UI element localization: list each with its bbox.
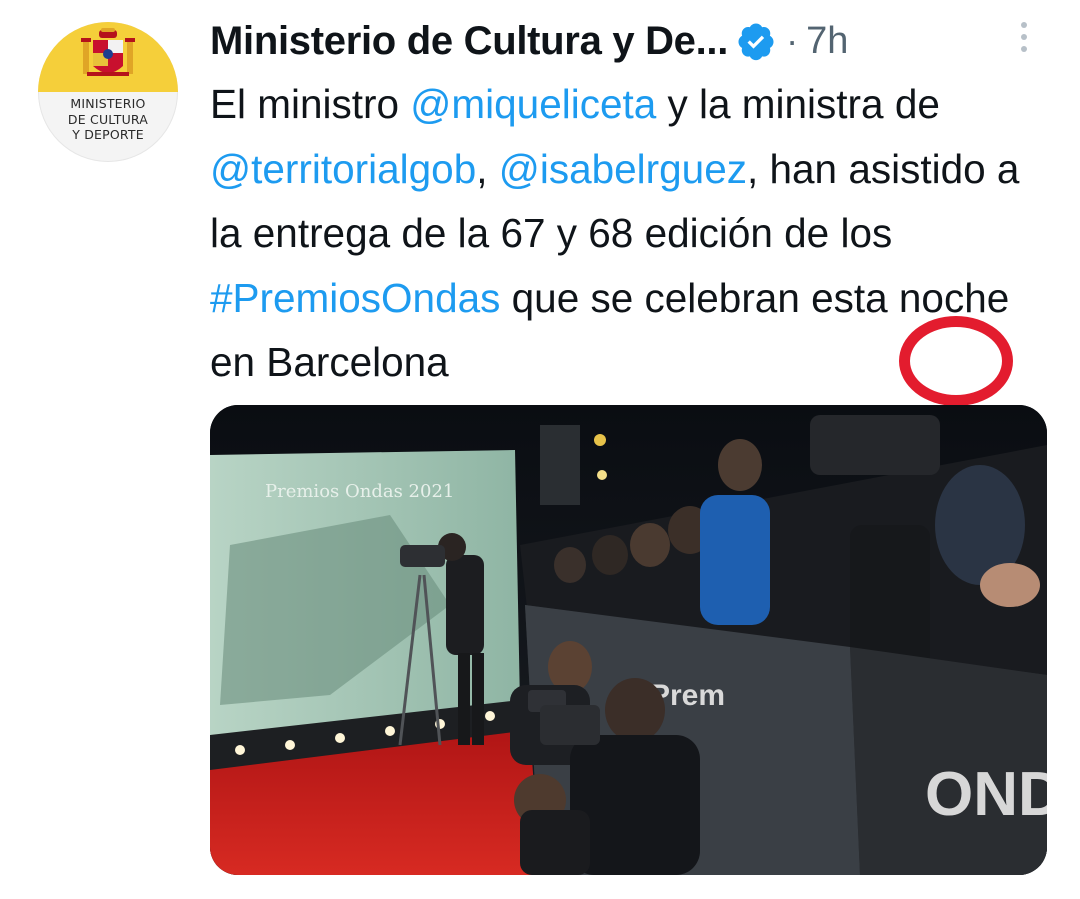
avatar-caption: MINISTERIO DE CULTURA Y DEPORTE	[38, 96, 178, 143]
tweet-header: Ministerio de Cultura y De... · 7h	[210, 12, 848, 70]
avatar[interactable]: MINISTERIO DE CULTURA Y DEPORTE	[38, 22, 178, 162]
tweet-text-segment: El ministro	[210, 81, 411, 127]
tweet-media-photo[interactable]: Premios Ondas 2021 Prem OND	[210, 405, 1047, 875]
separator-dot: ·	[786, 20, 799, 61]
tweet-text-segment: ,	[476, 145, 499, 192]
coat-of-arms-icon	[81, 28, 135, 76]
avatar-caption-line: DE CULTURA	[67, 111, 149, 127]
mention-link[interactable]: @territorialgob	[210, 146, 476, 192]
fence-sign: ONDA	[925, 760, 1047, 829]
red-annotation-circle	[899, 316, 1013, 406]
tweet[interactable]: MINISTERIO DE CULTURA Y DEPORTE Minister…	[0, 0, 1080, 899]
more-vertical-icon[interactable]	[1016, 18, 1032, 58]
verified-badge-icon	[738, 23, 774, 61]
tweet-text-segment: y la ministra de	[656, 81, 940, 127]
hashtag-link[interactable]: #PremiosOndas	[210, 275, 500, 321]
backdrop-title: Premios Ondas 2021	[265, 481, 454, 502]
display-name[interactable]: Ministerio de Cultura y De...	[210, 19, 728, 64]
mention-link[interactable]: @isabelrguez	[499, 146, 747, 192]
timestamp[interactable]: 7h	[806, 20, 848, 63]
avatar-caption-line: Y DEPORTE	[72, 127, 144, 142]
mention-link[interactable]: @miqueliceta	[410, 81, 656, 127]
event-photo: Premios Ondas 2021 Prem OND	[210, 405, 1047, 875]
avatar-caption-line: MINISTERIO	[70, 96, 146, 111]
